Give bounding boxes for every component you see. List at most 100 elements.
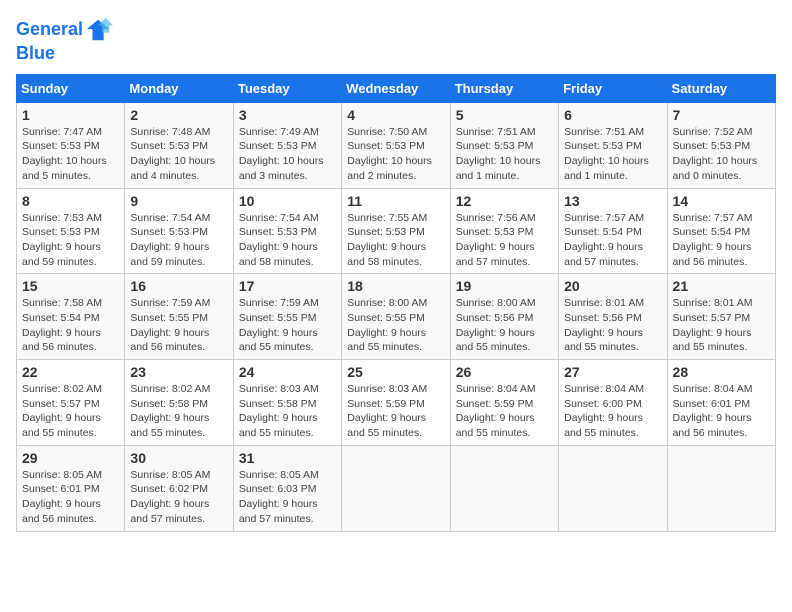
calendar-cell — [667, 445, 775, 531]
week-row-2: 8 Sunrise: 7:53 AM Sunset: 5:53 PM Dayli… — [17, 188, 776, 274]
day-info: Sunrise: 8:02 AM Sunset: 5:58 PM Dayligh… — [130, 382, 227, 441]
day-info: Sunrise: 8:04 AM Sunset: 6:01 PM Dayligh… — [673, 382, 770, 441]
calendar-cell: 1 Sunrise: 7:47 AM Sunset: 5:53 PM Dayli… — [17, 102, 125, 188]
day-number: 6 — [564, 107, 661, 123]
day-number: 27 — [564, 364, 661, 380]
day-info: Sunrise: 8:02 AM Sunset: 5:57 PM Dayligh… — [22, 382, 119, 441]
day-number: 18 — [347, 278, 444, 294]
day-number: 1 — [22, 107, 119, 123]
calendar-cell: 10 Sunrise: 7:54 AM Sunset: 5:53 PM Dayl… — [233, 188, 341, 274]
calendar-cell: 25 Sunrise: 8:03 AM Sunset: 5:59 PM Dayl… — [342, 360, 450, 446]
day-number: 17 — [239, 278, 336, 294]
day-number: 31 — [239, 450, 336, 466]
calendar-cell: 8 Sunrise: 7:53 AM Sunset: 5:53 PM Dayli… — [17, 188, 125, 274]
day-info: Sunrise: 7:56 AM Sunset: 5:53 PM Dayligh… — [456, 211, 553, 270]
day-info: Sunrise: 8:00 AM Sunset: 5:55 PM Dayligh… — [347, 296, 444, 355]
calendar-cell: 7 Sunrise: 7:52 AM Sunset: 5:53 PM Dayli… — [667, 102, 775, 188]
calendar-cell: 5 Sunrise: 7:51 AM Sunset: 5:53 PM Dayli… — [450, 102, 558, 188]
calendar-cell: 15 Sunrise: 7:58 AM Sunset: 5:54 PM Dayl… — [17, 274, 125, 360]
calendar-cell: 29 Sunrise: 8:05 AM Sunset: 6:01 PM Dayl… — [17, 445, 125, 531]
column-header-tuesday: Tuesday — [233, 74, 341, 102]
day-info: Sunrise: 7:59 AM Sunset: 5:55 PM Dayligh… — [239, 296, 336, 355]
calendar-cell: 18 Sunrise: 8:00 AM Sunset: 5:55 PM Dayl… — [342, 274, 450, 360]
calendar-cell — [559, 445, 667, 531]
calendar-cell: 27 Sunrise: 8:04 AM Sunset: 6:00 PM Dayl… — [559, 360, 667, 446]
calendar-cell — [342, 445, 450, 531]
day-info: Sunrise: 8:01 AM Sunset: 5:57 PM Dayligh… — [673, 296, 770, 355]
day-number: 5 — [456, 107, 553, 123]
day-info: Sunrise: 7:47 AM Sunset: 5:53 PM Dayligh… — [22, 125, 119, 184]
day-info: Sunrise: 7:57 AM Sunset: 5:54 PM Dayligh… — [673, 211, 770, 270]
day-info: Sunrise: 8:05 AM Sunset: 6:03 PM Dayligh… — [239, 468, 336, 527]
calendar-cell: 24 Sunrise: 8:03 AM Sunset: 5:58 PM Dayl… — [233, 360, 341, 446]
day-number: 12 — [456, 193, 553, 209]
day-number: 21 — [673, 278, 770, 294]
calendar-cell: 2 Sunrise: 7:48 AM Sunset: 5:53 PM Dayli… — [125, 102, 233, 188]
column-header-thursday: Thursday — [450, 74, 558, 102]
day-info: Sunrise: 7:58 AM Sunset: 5:54 PM Dayligh… — [22, 296, 119, 355]
day-info: Sunrise: 7:51 AM Sunset: 5:53 PM Dayligh… — [564, 125, 661, 184]
day-number: 29 — [22, 450, 119, 466]
day-number: 22 — [22, 364, 119, 380]
day-info: Sunrise: 7:55 AM Sunset: 5:53 PM Dayligh… — [347, 211, 444, 270]
day-number: 2 — [130, 107, 227, 123]
calendar-cell: 19 Sunrise: 8:00 AM Sunset: 5:56 PM Dayl… — [450, 274, 558, 360]
day-info: Sunrise: 7:48 AM Sunset: 5:53 PM Dayligh… — [130, 125, 227, 184]
column-header-wednesday: Wednesday — [342, 74, 450, 102]
day-number: 19 — [456, 278, 553, 294]
week-row-5: 29 Sunrise: 8:05 AM Sunset: 6:01 PM Dayl… — [17, 445, 776, 531]
day-number: 9 — [130, 193, 227, 209]
day-number: 28 — [673, 364, 770, 380]
day-info: Sunrise: 7:52 AM Sunset: 5:53 PM Dayligh… — [673, 125, 770, 184]
day-number: 4 — [347, 107, 444, 123]
day-info: Sunrise: 7:49 AM Sunset: 5:53 PM Dayligh… — [239, 125, 336, 184]
column-header-friday: Friday — [559, 74, 667, 102]
day-info: Sunrise: 8:03 AM Sunset: 5:59 PM Dayligh… — [347, 382, 444, 441]
day-info: Sunrise: 7:57 AM Sunset: 5:54 PM Dayligh… — [564, 211, 661, 270]
calendar-cell — [450, 445, 558, 531]
calendar-cell: 12 Sunrise: 7:56 AM Sunset: 5:53 PM Dayl… — [450, 188, 558, 274]
calendar-cell: 26 Sunrise: 8:04 AM Sunset: 5:59 PM Dayl… — [450, 360, 558, 446]
column-header-saturday: Saturday — [667, 74, 775, 102]
day-info: Sunrise: 7:50 AM Sunset: 5:53 PM Dayligh… — [347, 125, 444, 184]
calendar-cell: 13 Sunrise: 7:57 AM Sunset: 5:54 PM Dayl… — [559, 188, 667, 274]
week-row-4: 22 Sunrise: 8:02 AM Sunset: 5:57 PM Dayl… — [17, 360, 776, 446]
week-row-1: 1 Sunrise: 7:47 AM Sunset: 5:53 PM Dayli… — [17, 102, 776, 188]
logo: General Blue — [16, 16, 113, 64]
day-info: Sunrise: 7:54 AM Sunset: 5:53 PM Dayligh… — [239, 211, 336, 270]
calendar-cell: 3 Sunrise: 7:49 AM Sunset: 5:53 PM Dayli… — [233, 102, 341, 188]
calendar-cell: 23 Sunrise: 8:02 AM Sunset: 5:58 PM Dayl… — [125, 360, 233, 446]
calendar-cell: 4 Sunrise: 7:50 AM Sunset: 5:53 PM Dayli… — [342, 102, 450, 188]
day-number: 13 — [564, 193, 661, 209]
day-info: Sunrise: 8:01 AM Sunset: 5:56 PM Dayligh… — [564, 296, 661, 355]
calendar-cell: 16 Sunrise: 7:59 AM Sunset: 5:55 PM Dayl… — [125, 274, 233, 360]
day-info: Sunrise: 8:04 AM Sunset: 6:00 PM Dayligh… — [564, 382, 661, 441]
day-info: Sunrise: 7:59 AM Sunset: 5:55 PM Dayligh… — [130, 296, 227, 355]
calendar-cell: 17 Sunrise: 7:59 AM Sunset: 5:55 PM Dayl… — [233, 274, 341, 360]
logo-icon — [85, 16, 113, 44]
day-number: 23 — [130, 364, 227, 380]
calendar-cell: 20 Sunrise: 8:01 AM Sunset: 5:56 PM Dayl… — [559, 274, 667, 360]
day-info: Sunrise: 8:03 AM Sunset: 5:58 PM Dayligh… — [239, 382, 336, 441]
calendar-cell: 14 Sunrise: 7:57 AM Sunset: 5:54 PM Dayl… — [667, 188, 775, 274]
calendar-cell: 21 Sunrise: 8:01 AM Sunset: 5:57 PM Dayl… — [667, 274, 775, 360]
calendar-cell: 30 Sunrise: 8:05 AM Sunset: 6:02 PM Dayl… — [125, 445, 233, 531]
day-info: Sunrise: 8:04 AM Sunset: 5:59 PM Dayligh… — [456, 382, 553, 441]
day-number: 25 — [347, 364, 444, 380]
day-info: Sunrise: 7:53 AM Sunset: 5:53 PM Dayligh… — [22, 211, 119, 270]
calendar-cell: 9 Sunrise: 7:54 AM Sunset: 5:53 PM Dayli… — [125, 188, 233, 274]
day-number: 16 — [130, 278, 227, 294]
day-number: 10 — [239, 193, 336, 209]
calendar-cell: 22 Sunrise: 8:02 AM Sunset: 5:57 PM Dayl… — [17, 360, 125, 446]
column-header-sunday: Sunday — [17, 74, 125, 102]
day-number: 24 — [239, 364, 336, 380]
logo-text-blue: Blue — [16, 44, 113, 64]
page-header: General Blue — [16, 16, 776, 64]
day-info: Sunrise: 7:51 AM Sunset: 5:53 PM Dayligh… — [456, 125, 553, 184]
day-number: 8 — [22, 193, 119, 209]
day-info: Sunrise: 8:05 AM Sunset: 6:02 PM Dayligh… — [130, 468, 227, 527]
day-number: 20 — [564, 278, 661, 294]
day-number: 15 — [22, 278, 119, 294]
day-info: Sunrise: 8:05 AM Sunset: 6:01 PM Dayligh… — [22, 468, 119, 527]
day-info: Sunrise: 8:00 AM Sunset: 5:56 PM Dayligh… — [456, 296, 553, 355]
